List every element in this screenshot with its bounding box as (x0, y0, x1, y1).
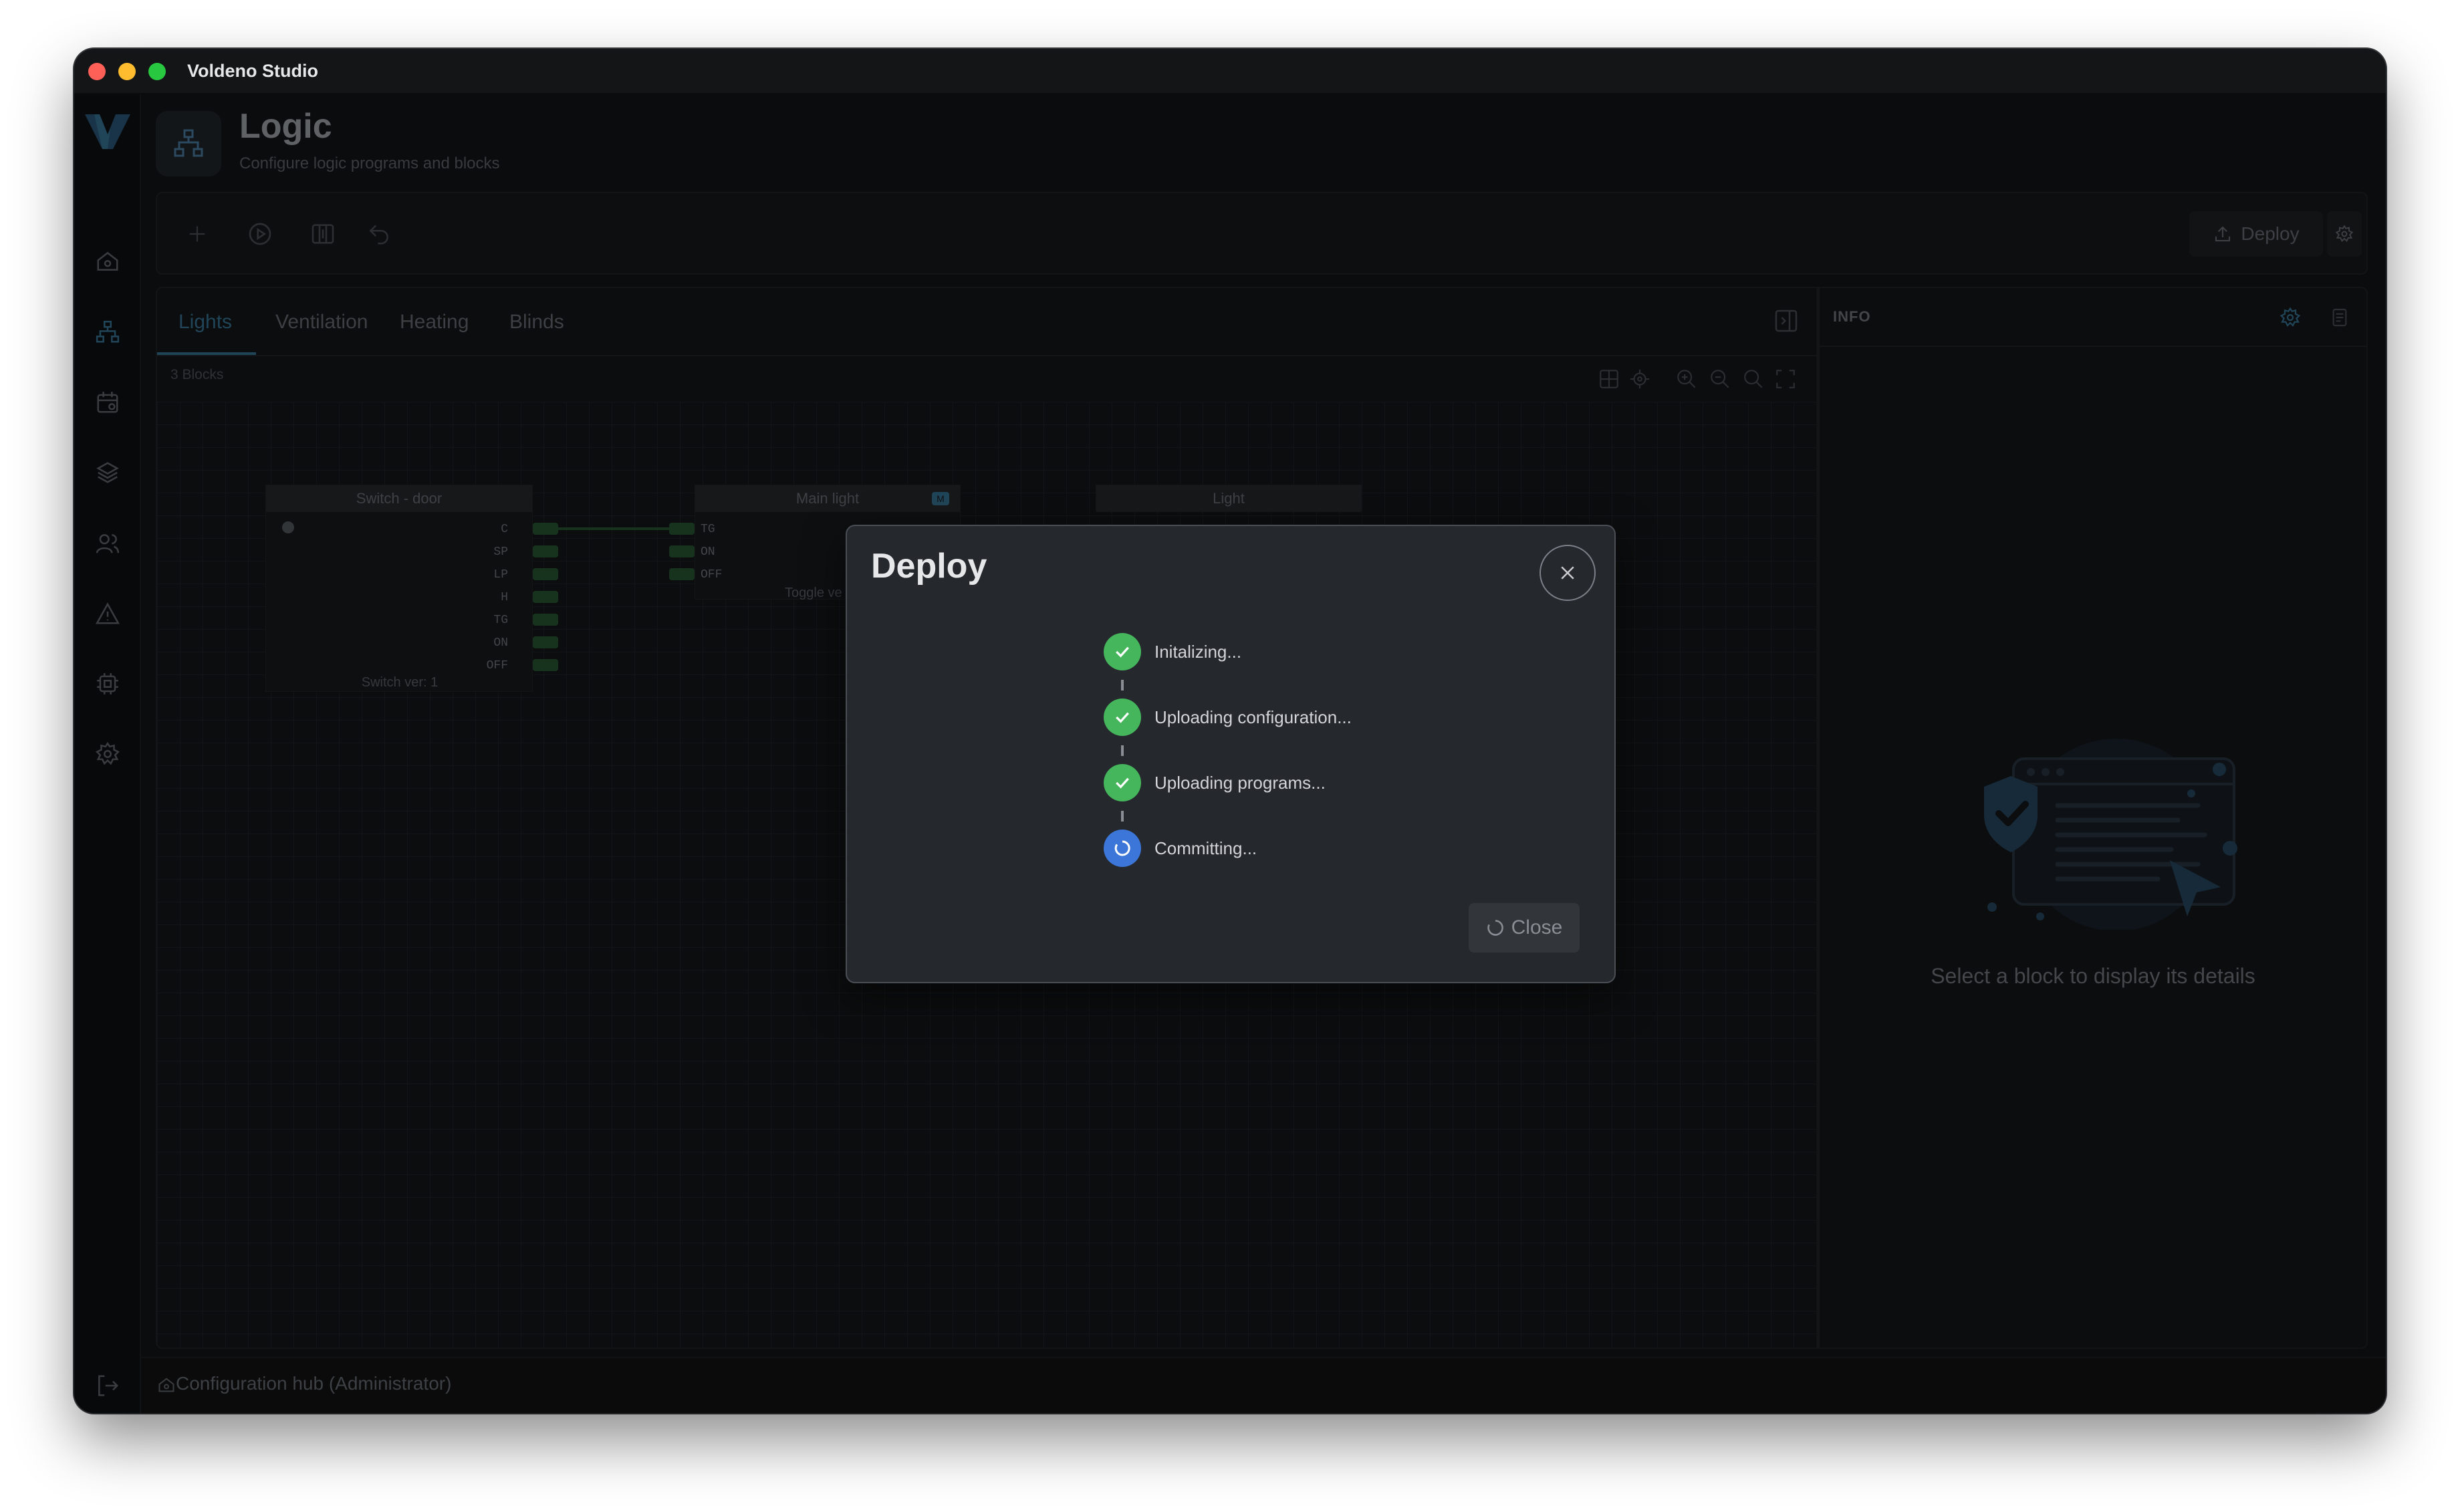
minimize-window-button[interactable] (118, 63, 136, 80)
app-title: Voldeno Studio (187, 61, 318, 81)
app-window: Voldeno Studio Logic Configure logic pro… (74, 49, 2386, 1413)
close-button[interactable]: Close (1469, 903, 1580, 953)
zoom-window-button[interactable] (148, 63, 166, 80)
step-label: Committing... (1154, 838, 1257, 858)
close-icon (1561, 566, 1574, 580)
spinner-icon (1487, 920, 1503, 936)
step-committing: Committing... (1104, 830, 1257, 867)
dialog-close-button[interactable] (1540, 545, 1596, 601)
step-connector (1121, 680, 1124, 690)
check-icon (1104, 633, 1141, 670)
check-icon (1104, 764, 1141, 801)
step-label: Uploading configuration... (1154, 707, 1352, 727)
step-connector (1121, 745, 1124, 756)
dialog-title: Deploy (871, 547, 987, 586)
step-label: Initalizing... (1154, 641, 1242, 662)
spinner-icon (1104, 830, 1141, 867)
step-uploading-configuration: Uploading configuration... (1104, 699, 1352, 736)
step-initializing: Initalizing... (1104, 633, 1241, 670)
step-uploading-programs: Uploading programs... (1104, 764, 1326, 801)
deploy-dialog: Deploy Initalizing... Uploading configur… (846, 525, 1616, 983)
step-label: Uploading programs... (1154, 772, 1326, 793)
check-icon (1104, 699, 1141, 736)
title-bar: Voldeno Studio (74, 49, 2386, 94)
close-button-label: Close (1511, 916, 1563, 938)
close-window-button[interactable] (88, 63, 106, 80)
step-connector (1121, 811, 1124, 822)
